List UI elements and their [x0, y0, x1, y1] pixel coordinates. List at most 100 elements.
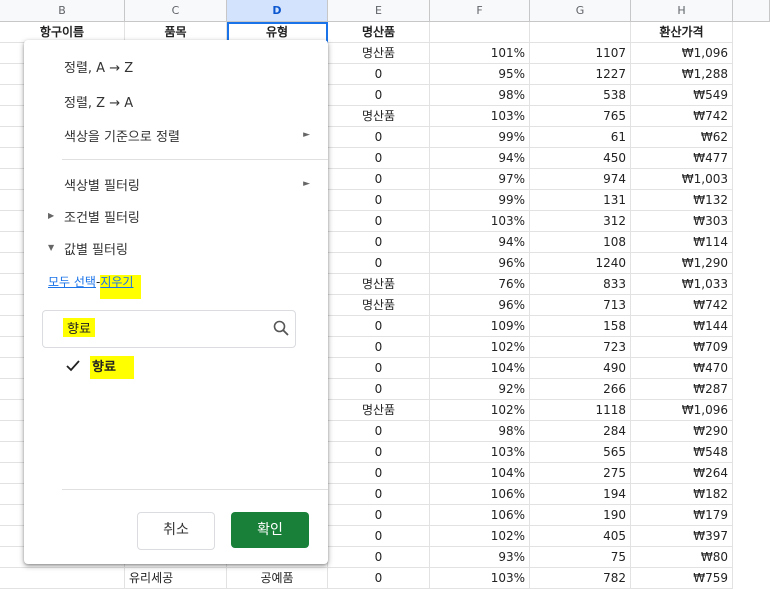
expand-right-icon[interactable]: ▶ [48, 211, 54, 220]
table-cell[interactable]: 94% [430, 232, 530, 253]
ok-button[interactable]: 확인 [231, 512, 309, 548]
table-cell[interactable]: 0 [328, 358, 430, 379]
table-cell[interactable]: 96% [430, 253, 530, 274]
table-cell[interactable]: 131 [530, 190, 631, 211]
table-cell[interactable]: 0 [328, 232, 430, 253]
table-cell[interactable]: ₩287 [631, 379, 733, 400]
table-cell[interactable]: 0 [328, 190, 430, 211]
table-cell[interactable]: 0 [328, 127, 430, 148]
select-all-link[interactable]: 모두 선택 [48, 275, 96, 289]
table-cell[interactable]: 109% [430, 316, 530, 337]
table-cell[interactable]: 312 [530, 211, 631, 232]
header-cell-e[interactable]: 명산품 [328, 22, 430, 43]
table-cell[interactable]: 103% [430, 106, 530, 127]
table-cell[interactable]: 713 [530, 295, 631, 316]
filter-by-color-item[interactable]: 색상별 필터링 [64, 175, 140, 194]
table-cell[interactable]: 765 [530, 106, 631, 127]
column-letter-h[interactable]: H [631, 0, 733, 22]
sort-z-a-item[interactable]: 정렬, Z → A [64, 92, 133, 111]
table-cell[interactable]: 0 [328, 421, 430, 442]
header-cell-g[interactable] [530, 22, 631, 43]
table-cell[interactable]: ₩1,096 [631, 400, 733, 421]
table-cell[interactable]: ₩709 [631, 337, 733, 358]
table-cell[interactable]: 490 [530, 358, 631, 379]
table-cell[interactable]: 1227 [530, 64, 631, 85]
table-cell[interactable]: ₩290 [631, 421, 733, 442]
column-letter-c[interactable]: C [125, 0, 227, 22]
table-cell[interactable]: 102% [430, 337, 530, 358]
table-cell[interactable]: 98% [430, 85, 530, 106]
table-cell[interactable]: ₩80 [631, 547, 733, 568]
table-cell[interactable]: ₩1,033 [631, 274, 733, 295]
search-icon[interactable] [273, 320, 289, 336]
table-cell[interactable]: 266 [530, 379, 631, 400]
table-cell[interactable]: 0 [328, 442, 430, 463]
table-cell[interactable]: ₩182 [631, 484, 733, 505]
table-cell[interactable]: 102% [430, 526, 530, 547]
table-cell[interactable]: 0 [328, 211, 430, 232]
table-cell[interactable]: 0 [328, 379, 430, 400]
table-cell[interactable]: 97% [430, 169, 530, 190]
value-search-box[interactable]: 향료 [42, 310, 296, 348]
clear-link[interactable]: 지우기 [100, 275, 142, 299]
table-cell[interactable]: 0 [328, 85, 430, 106]
table-cell[interactable]: 0 [328, 169, 430, 190]
sort-a-z-item[interactable]: 정렬, A → Z [64, 57, 133, 76]
table-cell[interactable]: 723 [530, 337, 631, 358]
table-cell[interactable]: 1240 [530, 253, 631, 274]
table-cell[interactable]: 명산품 [328, 43, 430, 64]
table-cell[interactable]: 61 [530, 127, 631, 148]
table-cell[interactable]: ₩397 [631, 526, 733, 547]
table-cell[interactable]: ₩1,003 [631, 169, 733, 190]
table-cell[interactable]: 106% [430, 505, 530, 526]
table-cell[interactable]: 명산품 [328, 274, 430, 295]
collapse-down-icon[interactable]: ▼ [48, 243, 54, 252]
table-cell[interactable]: 1118 [530, 400, 631, 421]
table-cell[interactable]: 95% [430, 64, 530, 85]
table-cell[interactable]: ₩1,096 [631, 43, 733, 64]
search-input[interactable]: 향료 [63, 318, 95, 337]
cancel-button[interactable]: 취소 [137, 512, 215, 550]
table-cell[interactable]: ₩132 [631, 190, 733, 211]
table-cell[interactable]: 158 [530, 316, 631, 337]
table-cell[interactable]: 명산품 [328, 400, 430, 421]
table-cell[interactable]: 96% [430, 295, 530, 316]
table-cell[interactable]: 108 [530, 232, 631, 253]
table-cell[interactable]: 104% [430, 463, 530, 484]
table-cell[interactable]: ₩179 [631, 505, 733, 526]
table-cell[interactable]: 0 [328, 148, 430, 169]
column-letter-g[interactable]: G [530, 0, 631, 22]
table-cell[interactable]: 974 [530, 169, 631, 190]
table-cell[interactable]: 명산품 [328, 106, 430, 127]
table-cell[interactable]: ₩477 [631, 148, 733, 169]
header-cell-f[interactable] [430, 22, 530, 43]
table-cell[interactable]: 194 [530, 484, 631, 505]
table-cell[interactable]: 106% [430, 484, 530, 505]
table-cell[interactable]: 538 [530, 85, 631, 106]
filter-by-condition-item[interactable]: 조건별 필터링 [64, 207, 140, 226]
table-cell[interactable]: 0 [328, 337, 430, 358]
table-cell[interactable]: 76% [430, 274, 530, 295]
table-cell[interactable]: 450 [530, 148, 631, 169]
table-cell[interactable]: 275 [530, 463, 631, 484]
table-cell[interactable]: 0 [328, 547, 430, 568]
table-cell[interactable]: 0 [328, 463, 430, 484]
table-cell[interactable]: 101% [430, 43, 530, 64]
table-cell[interactable]: ₩742 [631, 106, 733, 127]
table-cell[interactable]: 0 [328, 505, 430, 526]
table-cell[interactable]: ₩470 [631, 358, 733, 379]
table-cell[interactable]: 0 [328, 64, 430, 85]
table-cell[interactable]: ₩264 [631, 463, 733, 484]
table-cell[interactable]: 명산품 [328, 295, 430, 316]
column-letter-f[interactable]: F [430, 0, 530, 22]
table-cell[interactable]: ₩1,290 [631, 253, 733, 274]
table-cell[interactable]: 0 [328, 316, 430, 337]
table-cell[interactable]: 565 [530, 442, 631, 463]
table-cell[interactable]: 1107 [530, 43, 631, 64]
table-cell[interactable]: ₩1,288 [631, 64, 733, 85]
table-cell[interactable]: 405 [530, 526, 631, 547]
table-cell[interactable]: 103% [430, 442, 530, 463]
column-letter-d[interactable]: D [227, 0, 328, 22]
table-cell[interactable]: 92% [430, 379, 530, 400]
table-cell[interactable]: ₩742 [631, 295, 733, 316]
